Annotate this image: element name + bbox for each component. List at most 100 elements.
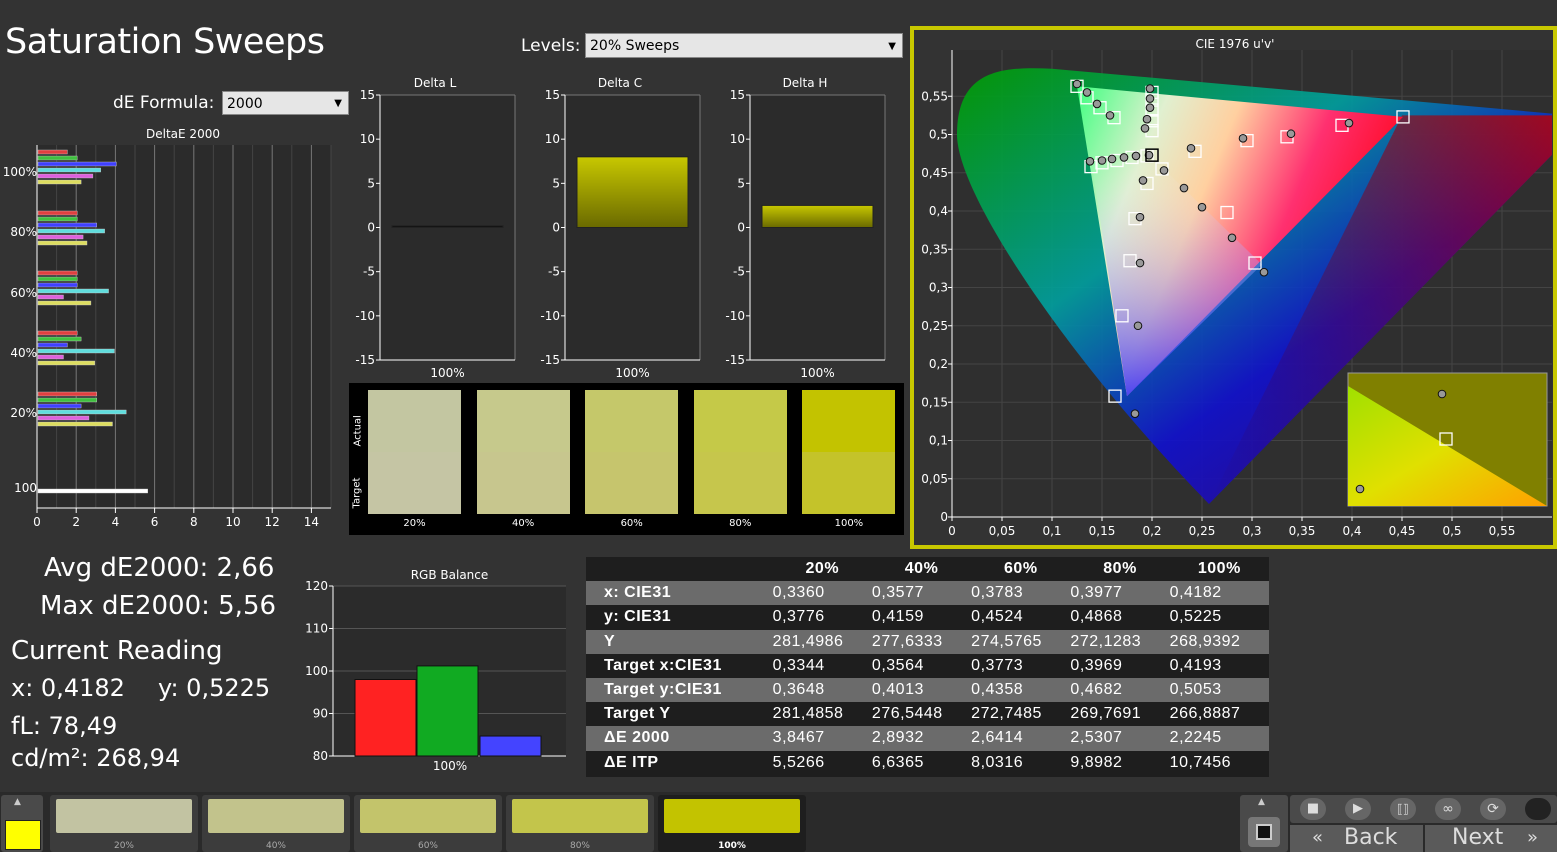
deltae-x-tick: 10: [225, 515, 240, 529]
row-label: Target Y: [604, 705, 671, 723]
cie-measured-marker: [1159, 166, 1169, 175]
patch-thumb-100%[interactable]: 100%: [658, 795, 806, 852]
cie-y-tick: 0: [940, 510, 948, 524]
rgb-y-tick: 120: [305, 579, 328, 593]
cie-measured-marker: [1105, 111, 1115, 120]
delta-x-label: 100%: [800, 366, 834, 380]
deltae-bar: [37, 234, 84, 240]
swatch-actual: [802, 390, 896, 452]
swatch-100%: 100%: [802, 390, 896, 529]
cie-y-tick: 0,5: [929, 128, 948, 142]
deltae-x-tick: 6: [151, 515, 159, 529]
cie-measured-marker: [1107, 154, 1117, 164]
cie-inset-measured: [1355, 484, 1365, 494]
delta-y-tick: 15: [360, 88, 375, 102]
table-cell: 0,4682: [1070, 681, 1123, 699]
row-label: y: CIE31: [604, 608, 672, 626]
cie-measured-marker: [1092, 99, 1102, 109]
table-cell: 2,8932: [871, 729, 924, 747]
back-button[interactable]: « Back: [1290, 825, 1423, 852]
patch-thumb-label: 20%: [113, 841, 134, 851]
rgb-y-tick: 100: [305, 664, 328, 678]
cie-x-tick: 0,5: [1442, 524, 1461, 538]
deltae-bar: [37, 228, 105, 234]
cie-measured-marker: [1072, 79, 1082, 89]
table-row: y: CIE31 0,3776 0,4159 0,4524 0,4868 0,5225: [586, 605, 1269, 630]
levels-select[interactable]: 20% Sweeps ▼: [585, 33, 903, 58]
deltae-bar: [37, 149, 68, 155]
delta-panel-1: 15 10 5 0 -5 -10 -15 100%: [540, 88, 701, 380]
deltae-bar: [37, 210, 78, 216]
delta-y-tick: -5: [363, 265, 375, 279]
swatch-label: 40%: [511, 518, 535, 529]
delta-y-tick: -5: [548, 265, 560, 279]
row-label: Target x:CIE31: [604, 656, 722, 674]
cie-x-tick: 0,45: [1389, 524, 1416, 538]
cie-measured-marker: [1286, 129, 1296, 139]
refresh-icon[interactable]: ⟳: [1480, 798, 1506, 820]
deltae-bar: [37, 360, 96, 366]
stop-button[interactable]: [1248, 817, 1280, 847]
patch-thumb-80%[interactable]: 80%: [506, 795, 654, 852]
deltae-bar: [37, 276, 78, 282]
table-cell: 281,4986: [772, 632, 844, 650]
patch-thumb-swatch: [56, 799, 192, 833]
deltae-bar: [37, 354, 64, 360]
deltae-bar: [37, 421, 113, 427]
deltae-y-label: 80%: [10, 225, 37, 239]
cie-measured-marker: [1197, 202, 1207, 212]
delta-bar: [576, 156, 689, 228]
swatch-label: 100%: [834, 518, 864, 529]
swatch-target: [368, 452, 461, 514]
cie-measured-marker: [1130, 409, 1140, 419]
current-reading-label: Current Reading: [11, 636, 223, 666]
transport-controls: ■ ▶ ⟦⟧ ∞ ⟳: [1290, 795, 1557, 823]
patch-thumb-60%[interactable]: 60%: [354, 795, 502, 852]
cie-measured-marker: [1227, 233, 1237, 243]
table-row: Target x:CIE31 0,3344 0,3564 0,3773 0,3969 0,…: [586, 653, 1269, 678]
swatch-label: 60%: [620, 518, 643, 529]
back-label: Back: [1344, 825, 1398, 850]
next-button[interactable]: Next »: [1425, 825, 1557, 852]
deltae-bar: [37, 288, 109, 294]
chevron-up-icon[interactable]: ▲: [1258, 797, 1265, 807]
swatch-actual-label: Actual: [352, 415, 364, 447]
chevron-up-icon[interactable]: ▲: [14, 797, 21, 807]
deltae-bar: [37, 415, 90, 421]
table-cell: 277,6333: [871, 632, 943, 650]
table-cell: 0,4868: [1070, 608, 1123, 626]
play-icon[interactable]: ▶: [1345, 798, 1371, 820]
patch-thumb-20%[interactable]: 20%: [50, 795, 198, 852]
rgb-bar-B: [479, 735, 542, 757]
table-cell: 9,8982: [1070, 753, 1123, 771]
data-table-wrap: 20% 40% 60% 80% 100% x: CIE31 0,3360 0,357…: [586, 557, 1269, 777]
deltae-bar: [37, 391, 97, 397]
stop-measure-icon[interactable]: ■: [1300, 798, 1326, 820]
double-chevron-right-icon: »: [1527, 827, 1539, 848]
swatch-target: [693, 452, 787, 514]
table-cell: 0,4193: [1169, 656, 1222, 674]
de-formula-select[interactable]: 2000 ▼: [222, 91, 349, 115]
swatch-label: 20%: [403, 518, 426, 529]
bracket-icon[interactable]: ⟦⟧: [1390, 798, 1416, 820]
table-cell: 0,3344: [772, 656, 825, 674]
cie-y-tick: 0,05: [921, 472, 948, 486]
deltae-bar: [37, 173, 94, 179]
deltae-bar: [37, 216, 78, 222]
cie-measured-marker: [1142, 114, 1152, 124]
table-cell: 0,3776: [772, 608, 825, 626]
swatch-40%: 40%: [476, 390, 570, 529]
chevron-down-icon: ▼: [888, 41, 896, 52]
reading-cdm2: cd/m²: 268,94: [11, 744, 181, 772]
patch-thumb-40%[interactable]: 40%: [202, 795, 350, 852]
patch-thumb-swatch: [664, 799, 800, 833]
cie-x-tick: 0,2: [1142, 524, 1161, 538]
table-cell: 0,4159: [871, 608, 924, 626]
deltae-x-tick: 14: [304, 515, 319, 529]
delta-y-tick: 10: [360, 132, 375, 146]
loop-icon[interactable]: ∞: [1435, 798, 1461, 820]
cie-x-tick: 0,05: [989, 524, 1016, 538]
delta-panels: 15 10 5 0 -5 -10 -15 100% 15 10 5 0 -5 -10 -15 100% 15 10…: [355, 88, 886, 380]
cie-y-tick: 0,45: [921, 166, 948, 180]
patch-thumb-label: 60%: [417, 841, 438, 851]
